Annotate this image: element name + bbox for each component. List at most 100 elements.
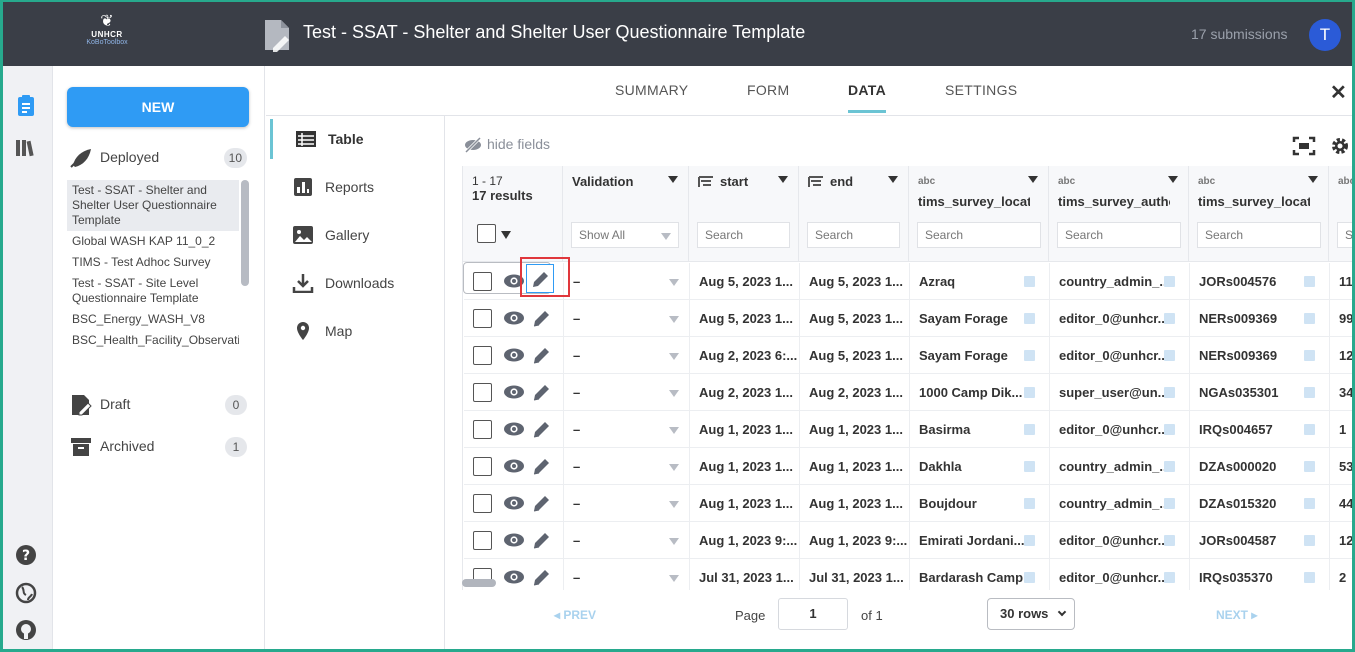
form-list-scrollbar[interactable] bbox=[241, 180, 249, 286]
draft-category[interactable]: Draft 0 bbox=[69, 393, 249, 417]
edit-button-focused[interactable] bbox=[526, 264, 554, 293]
help-icon[interactable]: ? bbox=[14, 543, 38, 567]
cell-validation[interactable]: – bbox=[564, 300, 690, 337]
github-icon[interactable] bbox=[14, 618, 38, 642]
external-link-icon[interactable] bbox=[1304, 461, 1315, 472]
view-eye-icon[interactable] bbox=[503, 384, 525, 400]
view-eye-icon[interactable] bbox=[503, 569, 525, 585]
horizontal-scrollbar[interactable] bbox=[462, 579, 496, 587]
close-icon[interactable]: ✕ bbox=[1330, 80, 1347, 105]
column-menu-icon[interactable] bbox=[668, 176, 678, 183]
subnav-downloads[interactable]: Downloads bbox=[270, 263, 440, 303]
external-link-icon[interactable] bbox=[1024, 498, 1035, 509]
column-menu-icon[interactable] bbox=[1308, 176, 1318, 183]
next-button[interactable]: NEXT ▸ bbox=[1216, 608, 1257, 622]
library-icon[interactable] bbox=[14, 136, 38, 160]
view-eye-icon[interactable] bbox=[503, 347, 525, 363]
deployed-category[interactable]: Deployed 10 bbox=[69, 146, 249, 170]
subnav-map[interactable]: Map bbox=[270, 311, 440, 351]
prev-button[interactable]: ◂ PREV bbox=[554, 608, 596, 622]
tab-data[interactable]: DATA bbox=[848, 82, 886, 98]
external-link-icon[interactable] bbox=[1024, 424, 1035, 435]
clipboard-icon[interactable] bbox=[14, 94, 38, 118]
edit-pencil-icon[interactable] bbox=[532, 419, 550, 439]
tab-settings[interactable]: SETTINGS bbox=[945, 82, 1017, 98]
row-checkbox[interactable] bbox=[473, 494, 492, 513]
external-link-icon[interactable] bbox=[1164, 461, 1175, 472]
bulk-select-dropdown-icon[interactable] bbox=[501, 231, 511, 239]
search-input[interactable]: Search bbox=[917, 222, 1041, 248]
gear-icon[interactable] bbox=[1330, 136, 1350, 156]
edit-pencil-icon[interactable] bbox=[532, 567, 550, 587]
edit-pencil-icon[interactable] bbox=[532, 382, 550, 402]
row-checkbox[interactable] bbox=[473, 272, 492, 291]
cell-validation[interactable]: – bbox=[564, 559, 690, 590]
select-all-checkbox[interactable] bbox=[477, 224, 496, 243]
cell-validation[interactable]: – bbox=[564, 411, 690, 448]
external-link-icon[interactable] bbox=[1164, 498, 1175, 509]
external-link-icon[interactable] bbox=[1304, 387, 1315, 398]
column-menu-icon[interactable] bbox=[1168, 176, 1178, 183]
form-list-item[interactable]: Test - SSAT - Site Level Questionnaire T… bbox=[67, 273, 239, 309]
subnav-table[interactable]: Table bbox=[270, 119, 440, 159]
cell-validation[interactable]: – bbox=[564, 374, 690, 411]
form-list-item[interactable]: BSC_Energy_WASH_V8 bbox=[67, 309, 239, 330]
external-link-icon[interactable] bbox=[1024, 313, 1035, 324]
row-checkbox[interactable] bbox=[473, 420, 492, 439]
search-input[interactable]: Search bbox=[1337, 222, 1352, 248]
external-link-icon[interactable] bbox=[1304, 498, 1315, 509]
cell-validation[interactable]: – bbox=[564, 337, 690, 374]
page-input[interactable]: 1 bbox=[778, 598, 848, 630]
search-input[interactable]: Search bbox=[1197, 222, 1321, 248]
hide-fields-button[interactable]: hide fields bbox=[463, 136, 550, 154]
subnav-gallery[interactable]: Gallery bbox=[270, 215, 440, 255]
form-list-item[interactable]: Test - SSAT - Shelter and Shelter User Q… bbox=[67, 180, 239, 231]
cell-validation[interactable]: – bbox=[564, 448, 690, 485]
external-link-icon[interactable] bbox=[1024, 461, 1035, 472]
column-menu-icon[interactable] bbox=[778, 176, 788, 183]
validation-filter-select[interactable]: Show All bbox=[571, 222, 679, 248]
archived-category[interactable]: Archived 1 bbox=[69, 435, 249, 459]
view-eye-icon[interactable] bbox=[503, 421, 525, 437]
external-link-icon[interactable] bbox=[1024, 535, 1035, 546]
unhcr-logo[interactable]: ❦ UNHCR KoBoToolbox bbox=[77, 14, 137, 58]
external-link-icon[interactable] bbox=[1024, 350, 1035, 361]
search-input[interactable]: Search bbox=[1057, 222, 1181, 248]
external-link-icon[interactable] bbox=[1164, 387, 1175, 398]
column-menu-icon[interactable] bbox=[888, 176, 898, 183]
view-eye-icon[interactable] bbox=[503, 532, 525, 548]
external-link-icon[interactable] bbox=[1024, 276, 1035, 287]
subnav-reports[interactable]: Reports bbox=[270, 167, 440, 207]
fullscreen-icon[interactable] bbox=[1292, 136, 1316, 156]
edit-pencil-icon[interactable] bbox=[532, 308, 550, 328]
edit-pencil-icon[interactable] bbox=[532, 493, 550, 513]
form-list-item[interactable]: Global WASH KAP 11_0_2 bbox=[67, 231, 239, 252]
external-link-icon[interactable] bbox=[1164, 276, 1175, 287]
edit-pencil-icon[interactable] bbox=[532, 456, 550, 476]
user-avatar[interactable]: T bbox=[1309, 19, 1341, 51]
external-link-icon[interactable] bbox=[1024, 572, 1035, 583]
external-link-icon[interactable] bbox=[1164, 535, 1175, 546]
view-eye-icon[interactable] bbox=[503, 310, 525, 326]
language-globe-icon[interactable] bbox=[14, 581, 38, 605]
external-link-icon[interactable] bbox=[1304, 276, 1315, 287]
column-menu-icon[interactable] bbox=[1028, 176, 1038, 183]
search-input[interactable]: Search bbox=[697, 222, 790, 248]
external-link-icon[interactable] bbox=[1304, 424, 1315, 435]
view-eye-icon[interactable] bbox=[503, 458, 525, 474]
view-eye-icon[interactable] bbox=[503, 495, 525, 511]
tab-summary[interactable]: SUMMARY bbox=[615, 82, 688, 98]
cell-validation[interactable]: – bbox=[564, 263, 690, 300]
cell-validation[interactable]: – bbox=[564, 522, 690, 559]
tab-form[interactable]: FORM bbox=[747, 82, 789, 98]
external-link-icon[interactable] bbox=[1164, 350, 1175, 361]
row-checkbox[interactable] bbox=[473, 531, 492, 550]
row-checkbox[interactable] bbox=[473, 346, 492, 365]
edit-pencil-icon[interactable] bbox=[532, 345, 550, 365]
new-button[interactable]: NEW bbox=[67, 87, 249, 127]
external-link-icon[interactable] bbox=[1304, 313, 1315, 324]
rows-per-page-select[interactable]: 30 rows bbox=[987, 598, 1075, 630]
search-input[interactable]: Search bbox=[807, 222, 900, 248]
cell-validation[interactable]: – bbox=[564, 485, 690, 522]
row-checkbox[interactable] bbox=[473, 309, 492, 328]
